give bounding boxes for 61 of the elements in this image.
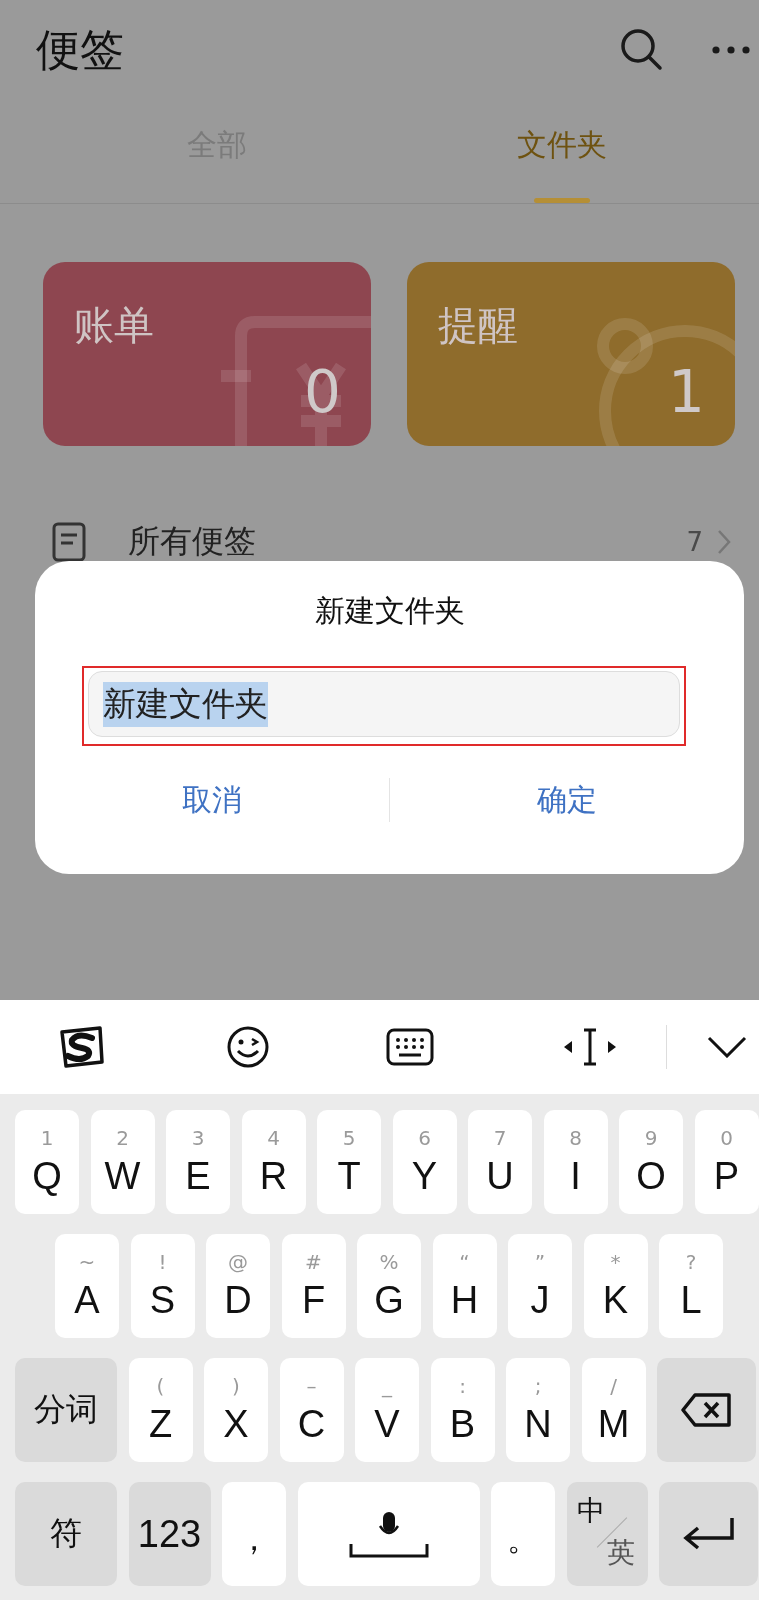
language-key[interactable]: 中 英 [566,1482,648,1586]
delete-key[interactable] [657,1358,756,1462]
dialog-button[interactable]: 取消 [35,778,389,822]
keyboard-key[interactable]: ; N [506,1358,570,1462]
folder-count: 0 [304,358,341,426]
keyboard-key[interactable]: # F [281,1234,346,1338]
row-count: 7 [686,527,703,557]
row-label: 所有便签 [128,521,257,562]
more-icon[interactable] [711,45,751,55]
chevron-icon [717,529,731,555]
list-row[interactable]: 所有便签 7 [0,520,759,564]
keyboard-key[interactable]: 1 Q [15,1110,79,1214]
enter-key[interactable] [659,1482,758,1586]
enter-icon [681,1516,736,1552]
keyboard-key[interactable]: ” J [508,1234,572,1338]
keyboard-key[interactable]: _ V [355,1358,419,1462]
keyboard-key[interactable]: ~ A [55,1234,119,1338]
keyboard-key[interactable]: 9 O [619,1110,683,1214]
input-value: 新建文件夹 [103,681,268,727]
collapse-icon[interactable] [707,1036,747,1058]
note-icon [52,522,86,562]
cursor-icon[interactable] [562,1027,618,1067]
input-field[interactable]: 新建文件夹 [88,671,680,737]
search-icon[interactable] [619,27,663,71]
keyboard-key[interactable]: “ H [432,1234,497,1338]
wallet-icon [221,316,371,446]
keyboard-key[interactable]: ， [222,1482,286,1586]
folder-name: 账单 [74,301,154,350]
function-key[interactable]: 分词 [15,1358,117,1462]
keyboard-key[interactable]: : B [430,1358,495,1462]
keyboard-key[interactable]: 6 Y [392,1110,457,1214]
number-key[interactable]: 123 [128,1482,211,1586]
folder-count: 1 [668,358,705,426]
dialog-title: 新建文件夹 [313,592,466,630]
keyboard-icon[interactable] [386,1028,434,1066]
keyboard-key[interactable]: ) X [204,1358,268,1462]
keyboard-key[interactable]: / M [581,1358,646,1462]
dialog-button[interactable]: 确定 [390,778,744,822]
keyboard-key[interactable]: % G [357,1234,421,1338]
keyboard-key[interactable]: – C [279,1358,344,1462]
backspace-icon [680,1392,733,1428]
keyboard-key[interactable]: @ D [206,1234,270,1338]
keyboard-key[interactable]: ! S [130,1234,195,1338]
emoji-icon[interactable] [226,1025,270,1069]
keyboard-key[interactable]: * K [583,1234,648,1338]
keyboard-key[interactable]: 5 T [317,1110,381,1214]
keyboard-key[interactable]: 。 [491,1482,555,1586]
folder-name: 提醒 [438,301,518,350]
keyboard-key[interactable]: 2 W [90,1110,155,1214]
page-title: 便签 [36,22,125,77]
space-mic-icon [348,1510,429,1558]
keyboard-key[interactable]: 3 E [166,1110,230,1214]
keyboard-key[interactable]: 7 U [468,1110,532,1214]
keyboard-key[interactable]: ( Z [128,1358,193,1462]
space-key[interactable] [297,1482,480,1586]
function-key[interactable]: 符 [15,1482,117,1586]
keyboard-key[interactable]: 4 R [241,1110,306,1214]
keyboard-key[interactable]: ? L [659,1234,723,1338]
keyboard-key[interactable]: 8 I [543,1110,608,1214]
keyboard-key[interactable]: 0 P [694,1110,759,1214]
folder-card[interactable]: 账单 0 [43,262,371,446]
